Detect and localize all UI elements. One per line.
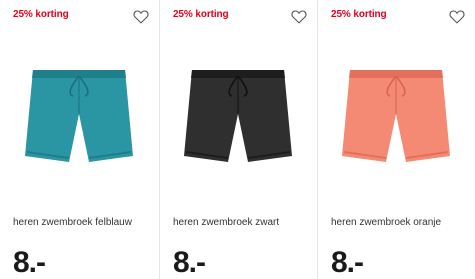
product-card[interactable]: 25% korting heren zwembroek zwart 8.- — [158, 0, 317, 279]
discount-badge: 25% korting — [330, 9, 387, 20]
product-title[interactable]: heren zwembroek felblauw — [13, 217, 132, 228]
heart-outline-icon[interactable] — [291, 9, 307, 24]
product-grid: 25% korting heren zwembroek felblauw 8.-… — [0, 0, 475, 279]
product-title[interactable]: heren zwembroek oranje — [331, 217, 441, 228]
product-card[interactable]: 25% korting heren zwembroek felblauw 8.- — [0, 0, 159, 279]
product-image[interactable] — [182, 66, 294, 164]
heart-outline-icon[interactable] — [449, 9, 465, 24]
product-card[interactable]: 25% korting heren zwembroek oranje 8.- — [316, 0, 475, 279]
discount-badge: 25% korting — [13, 9, 69, 20]
product-image[interactable] — [340, 66, 452, 164]
product-image[interactable] — [23, 66, 135, 164]
heart-outline-icon[interactable] — [133, 9, 149, 24]
product-price: 8.- — [172, 246, 206, 279]
product-price: 8.- — [330, 246, 364, 279]
product-title[interactable]: heren zwembroek zwart — [173, 217, 279, 228]
discount-badge: 25% korting — [172, 9, 229, 20]
product-price: 8.- — [13, 246, 46, 279]
